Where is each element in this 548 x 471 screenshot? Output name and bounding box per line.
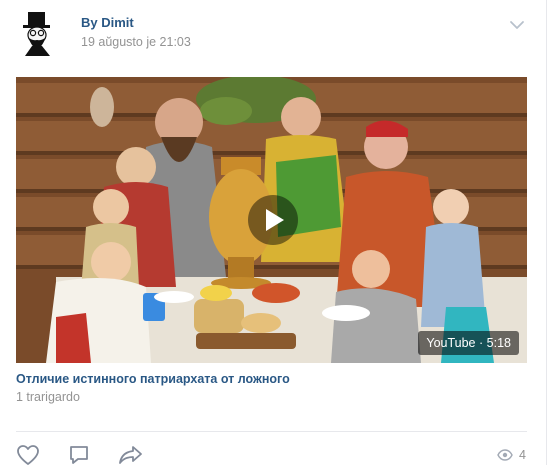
video-source-label: YouTube bbox=[426, 336, 476, 350]
post-author[interactable]: By Dimit bbox=[81, 15, 134, 30]
video-thumbnail[interactable]: YouTube · 5:18 bbox=[16, 77, 527, 363]
comment-icon bbox=[70, 446, 88, 464]
share-icon bbox=[119, 446, 142, 464]
video-views: 1 trarigardo bbox=[16, 390, 80, 404]
post-date[interactable]: 19 aŭgusto je 21:03 bbox=[81, 35, 191, 49]
video-duration: 5:18 bbox=[486, 336, 511, 350]
comment-button[interactable] bbox=[68, 444, 90, 471]
video-duration-badge: YouTube · 5:18 bbox=[418, 331, 519, 355]
like-button[interactable] bbox=[16, 444, 40, 471]
post-card: By Dimit 19 aŭgusto je 21:03 YouTube · 5… bbox=[0, 0, 547, 465]
heart-icon bbox=[17, 445, 39, 465]
footer-divider bbox=[16, 431, 527, 432]
eye-icon bbox=[497, 449, 513, 461]
author-avatar[interactable] bbox=[20, 10, 60, 58]
views-counter: 4 bbox=[497, 448, 526, 462]
play-button[interactable] bbox=[248, 195, 298, 245]
play-icon bbox=[266, 209, 284, 231]
video-title[interactable]: Отличие истинного патриархата от ложного bbox=[16, 372, 290, 386]
view-count: 4 bbox=[519, 448, 526, 462]
badge-separator: · bbox=[479, 336, 484, 350]
share-button[interactable] bbox=[118, 444, 144, 471]
chevron-down-icon[interactable] bbox=[509, 18, 525, 30]
